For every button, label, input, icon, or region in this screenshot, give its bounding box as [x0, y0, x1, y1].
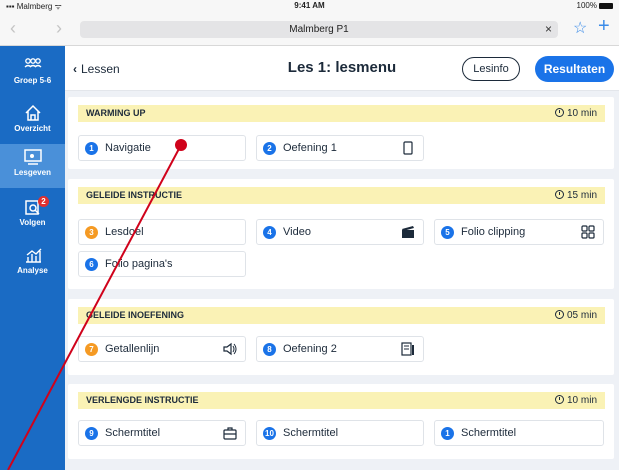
activity-label: Lesdoel: [105, 226, 144, 238]
sidebar-item-label: Lesgeven: [14, 168, 51, 177]
activity-card[interactable]: 4 Video: [256, 219, 424, 245]
clear-url-icon[interactable]: ×: [545, 21, 552, 38]
back-to-lessons-link[interactable]: ‹ Lessen: [73, 62, 120, 76]
activity-number: 5: [441, 226, 454, 239]
clock-icon: [554, 395, 564, 404]
activity-number: 9: [85, 427, 98, 440]
sidebar-item-lesgeven[interactable]: Lesgeven: [0, 144, 65, 188]
sidebar-item-overzicht[interactable]: Overzicht: [0, 100, 65, 144]
section-geleide-inoefening: GELEIDE INOEFENING 05 min 7 Getallenlijn…: [68, 299, 614, 375]
forward-arrow-icon[interactable]: ›: [56, 18, 62, 39]
section-header: GELEIDE INOEFENING 05 min: [78, 307, 605, 324]
clock-icon: [554, 190, 564, 199]
section-header: VERLENGDE INSTRUCTIE 10 min: [78, 392, 605, 409]
sidebar-item-label: Volgen: [19, 218, 46, 227]
resultaten-button[interactable]: Resultaten: [535, 56, 614, 82]
section-duration: 10 min: [554, 392, 597, 409]
section-title: GELEIDE INOEFENING: [86, 310, 185, 320]
tablet-icon: [403, 141, 413, 155]
bookmark-star-icon[interactable]: ☆: [573, 18, 587, 38]
section-title: WARMING UP: [86, 108, 146, 118]
activity-label: Getallenlijn: [105, 343, 160, 355]
address-bar[interactable]: Malmberg P1 ×: [80, 21, 558, 38]
activity-number: 4: [263, 226, 276, 239]
activity-number: 6: [85, 258, 98, 271]
sidebar-item-analyse[interactable]: Analyse: [0, 242, 65, 286]
section-duration: 10 min: [554, 105, 597, 122]
sidebar-item-label: Overzicht: [14, 124, 51, 133]
activity-number: 10: [263, 427, 276, 440]
section-title: VERLENGDE INSTRUCTIE: [86, 395, 199, 405]
teach-icon: [23, 149, 42, 165]
clock-icon: [554, 108, 564, 117]
sidebar-item-label: Analyse: [17, 266, 48, 275]
notification-badge: 2: [38, 196, 49, 207]
section-title: GELEIDE INSTRUCTIE: [86, 190, 183, 200]
clapper-icon: [402, 226, 414, 238]
activity-number: 3: [85, 226, 98, 239]
sidebar-item-volgen[interactable]: 2 Volgen: [0, 194, 65, 238]
sidebar-item-group[interactable]: Groep 5-6: [0, 52, 65, 96]
section-header: WARMING UP 10 min: [78, 105, 605, 122]
speaker-icon: [223, 342, 237, 356]
activity-number: 7: [85, 343, 98, 356]
activity-card[interactable]: 7 Getallenlijn: [78, 336, 246, 362]
clock-time: 9:41 AM: [294, 1, 325, 10]
chevron-left-icon: ‹: [73, 62, 77, 76]
activity-number: 1: [441, 427, 454, 440]
activity-label: Video: [283, 226, 311, 238]
section-verlengde-instructie: VERLENGDE INSTRUCTIE 10 min 9 Schermtite…: [68, 384, 614, 459]
address-text: Malmberg P1: [289, 24, 349, 35]
sidebar-item-label: Groep 5-6: [13, 76, 52, 85]
battery-icon: [599, 2, 613, 9]
activity-card[interactable]: 8 Oefening 2: [256, 336, 424, 362]
activity-label: Schermtitel: [461, 427, 517, 439]
activity-card[interactable]: 9 Schermtitel: [78, 420, 246, 446]
activity-card[interactable]: 6 Folio pagina's: [78, 251, 246, 277]
activity-label: Folio clipping: [461, 226, 526, 238]
gallery-icon: [581, 225, 595, 239]
activity-card[interactable]: 1 Navigatie: [78, 135, 246, 161]
activity-label: Schermtitel: [283, 427, 339, 439]
activity-label: Navigatie: [105, 142, 151, 154]
back-label: Lessen: [81, 62, 120, 76]
section-duration: 05 min: [554, 307, 597, 324]
lesinfo-button[interactable]: Lesinfo: [462, 57, 520, 81]
activity-label: Oefening 2: [283, 343, 337, 355]
activity-label: Folio pagina's: [105, 258, 173, 270]
new-tab-plus-icon[interactable]: +: [598, 15, 610, 38]
section-warming-up: WARMING UP 10 min 1 Navigatie 2 Oefening…: [68, 97, 614, 169]
activity-card[interactable]: 2 Oefening 1: [256, 135, 424, 161]
battery-indicator: 100%: [577, 1, 613, 10]
browser-toolbar: ‹ › Malmberg P1 × ☆ +: [0, 12, 619, 46]
activity-card[interactable]: 1 Schermtitel: [434, 420, 604, 446]
activity-card[interactable]: 5 Folio clipping: [434, 219, 604, 245]
section-geleide-instructie: GELEIDE INSTRUCTIE 15 min 3 Lesdoel 4 Vi…: [68, 179, 614, 289]
section-duration: 15 min: [554, 187, 597, 204]
sidebar: Groep 5-6 Overzicht Lesgeven 2 Volgen An…: [0, 46, 65, 470]
section-header: GELEIDE INSTRUCTIE 15 min: [78, 187, 605, 204]
clock-icon: [554, 310, 564, 319]
activity-number: 8: [263, 343, 276, 356]
home-icon: [24, 104, 41, 121]
status-bar: ▪▪▪ Malmberg ᯤ 9:41 AM 100%: [0, 0, 619, 12]
activity-card[interactable]: 3 Lesdoel: [78, 219, 246, 245]
activity-card[interactable]: 10 Schermtitel: [256, 420, 424, 446]
activity-label: Schermtitel: [105, 427, 161, 439]
back-arrow-icon[interactable]: ‹: [10, 18, 16, 39]
briefcase-icon: [223, 427, 237, 440]
chart-icon: [25, 248, 41, 263]
group-icon: [24, 58, 41, 68]
lesson-header: ‹ Lessen Les 1: lesmenu Lesinfo Resultate…: [65, 46, 619, 91]
worksheet-icon: [401, 342, 414, 356]
activity-label: Oefening 1: [283, 142, 337, 154]
activity-number: 2: [263, 142, 276, 155]
activity-number: 1: [85, 142, 98, 155]
